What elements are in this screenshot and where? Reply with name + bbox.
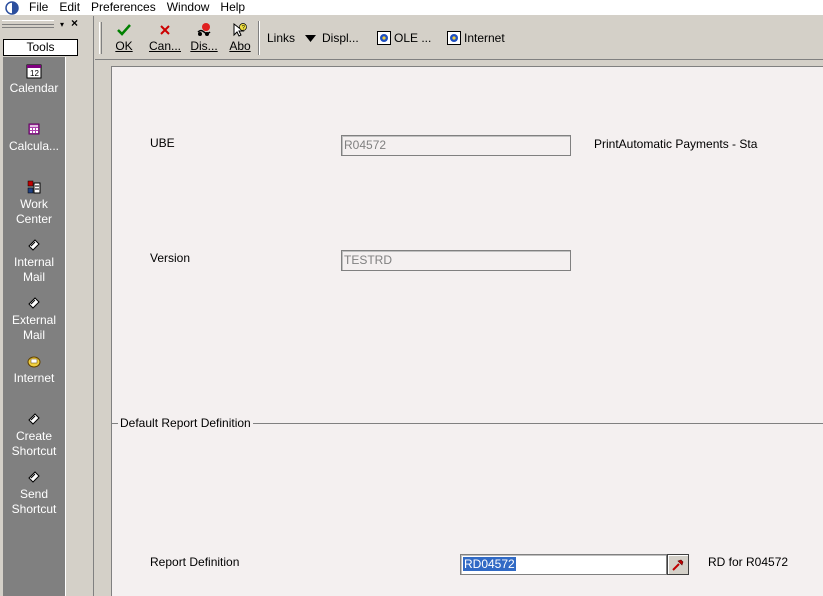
report-definition-description: RD for R04572 [708, 555, 789, 569]
form-area: UBE R04572 PrintAutomatic Payments - Sta… [95, 60, 823, 596]
report-definition-label: Report Definition [150, 555, 240, 569]
work-center-icon [26, 179, 42, 195]
about-label: Abo [229, 39, 251, 53]
ube-description: PrintAutomatic Payments - Sta [594, 137, 758, 151]
tools-list: 12 Calendar Calcula... Work Center Inter… [3, 57, 65, 596]
about-button[interactable]: ? Abo [227, 22, 253, 58]
external-mail-icon [26, 295, 42, 311]
internet-icon [26, 353, 42, 369]
tool-calendar[interactable]: 12 Calendar [3, 63, 65, 96]
tool-label: Create Shortcut [11, 429, 57, 458]
links-menu[interactable]: Links [267, 30, 295, 46]
menu-window[interactable]: Window [162, 0, 216, 15]
svg-text:12: 12 [30, 69, 39, 78]
dropdown-arrow-icon [305, 30, 316, 46]
toolbar-grip[interactable] [99, 22, 102, 54]
create-shortcut-icon [26, 411, 42, 427]
tool-label: Send Shortcut [11, 487, 57, 516]
tool-label: Work Center [15, 197, 53, 226]
tool-label: Calcula... [8, 139, 60, 153]
form-panel: UBE R04572 PrintAutomatic Payments - Sta… [111, 66, 823, 596]
report-definition-value: RD04572 [463, 557, 516, 571]
menu-file[interactable]: File [24, 0, 54, 15]
visual-assist-icon [671, 558, 685, 572]
tools-header: Tools [3, 39, 78, 56]
send-shortcut-icon [26, 469, 42, 485]
panel-splitter[interactable] [84, 16, 94, 596]
tool-send-shortcut[interactable]: Send Shortcut [3, 469, 65, 517]
ole-icon [377, 31, 391, 45]
cancel-x-icon [146, 22, 184, 38]
about-icon: ? [227, 22, 253, 38]
links-label: Links [267, 31, 296, 45]
tools-grip[interactable] [2, 20, 54, 28]
ube-label: UBE [150, 136, 175, 150]
app-icon[interactable] [4, 0, 20, 15]
tool-label: Internal Mail [13, 255, 55, 284]
calendar-icon: 12 [26, 63, 42, 79]
display-button[interactable]: Dis... [189, 22, 219, 58]
calculator-icon [26, 121, 42, 137]
version-field: TESTRD [341, 250, 571, 271]
version-label: Version [150, 251, 191, 265]
internet-label: Internet [464, 31, 505, 45]
ole-button[interactable]: OLE ... [377, 30, 431, 46]
toolbar: OK Can... Dis... ? Abo Links Displ... OL… [95, 16, 823, 60]
ok-button[interactable]: OK [113, 22, 135, 58]
report-definition-input[interactable]: RD04572 [460, 554, 667, 575]
tools-panel: ▾ × Tools 12 Calendar Calcula... Work Ce… [0, 16, 84, 596]
visual-assist-button[interactable] [667, 554, 689, 575]
group-title: Default Report Definition [118, 416, 253, 430]
tools-scrollbar[interactable] [65, 57, 78, 596]
displ-label: Displ... [322, 31, 359, 45]
tool-label: Calendar [9, 81, 59, 95]
ole-label: OLE ... [394, 31, 432, 45]
menu-preferences[interactable]: Preferences [86, 0, 162, 15]
tool-label: Internet [13, 371, 55, 385]
tool-label: External Mail [11, 313, 57, 342]
internet-link-icon [447, 31, 461, 45]
cancel-label: Can... [148, 39, 181, 53]
tool-internet[interactable]: Internet [3, 353, 65, 386]
tool-create-shortcut[interactable]: Create Shortcut [3, 411, 65, 459]
displ-menu[interactable]: Displ... [305, 30, 359, 46]
menu-help[interactable]: Help [215, 0, 251, 15]
display-icon [189, 22, 219, 38]
tool-work-center[interactable]: Work Center [3, 179, 65, 227]
menu-edit[interactable]: Edit [54, 0, 86, 15]
tool-internal-mail[interactable]: Internal Mail [3, 237, 65, 285]
tools-dropdown-icon[interactable]: ▾ [57, 19, 67, 30]
display-label: Dis... [190, 39, 218, 53]
check-icon [113, 22, 135, 38]
tool-external-mail[interactable]: External Mail [3, 295, 65, 343]
cancel-button[interactable]: Can... [146, 22, 184, 58]
ok-label: OK [115, 39, 133, 53]
menu-bar: File Edit Preferences Window Help [0, 0, 823, 15]
tool-calculator[interactable]: Calcula... [3, 121, 65, 154]
toolbar-separator [258, 21, 260, 55]
internet-button[interactable]: Internet [447, 30, 505, 46]
internal-mail-icon [26, 237, 42, 253]
tools-close-icon[interactable]: × [69, 17, 80, 29]
ube-field: R04572 [341, 135, 571, 156]
